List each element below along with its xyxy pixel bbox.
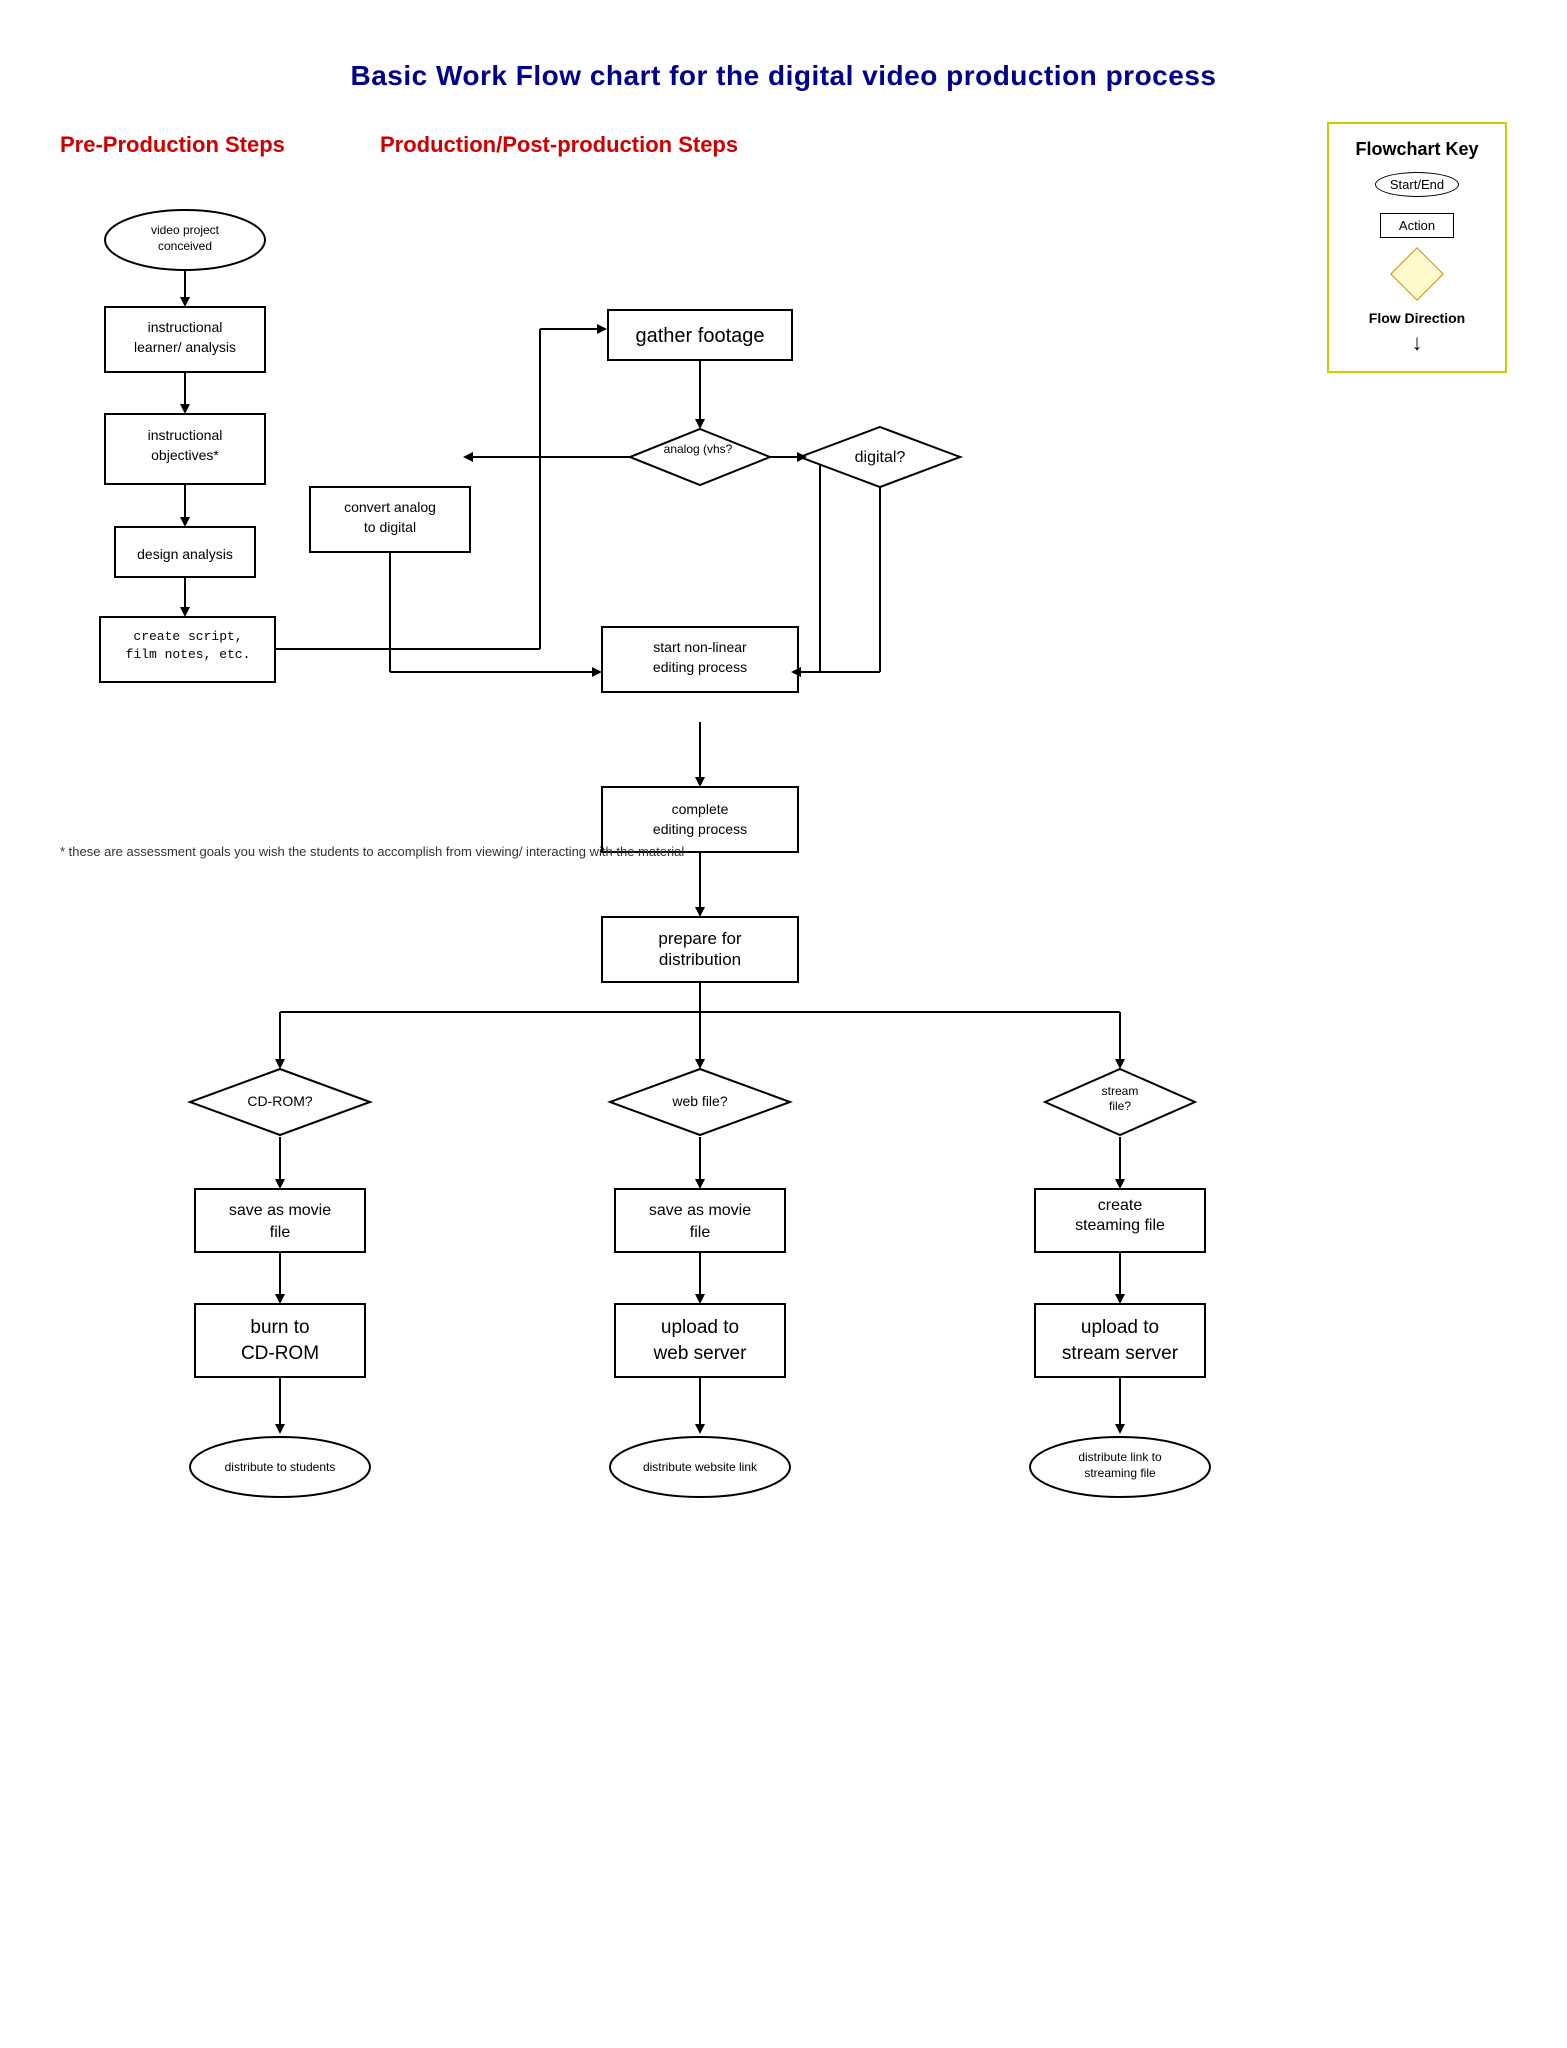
node-distribute-streaming: distribute link to (1078, 1450, 1162, 1464)
node-instructional-learner: instructional (148, 319, 223, 335)
svg-text:analog (vhs?: analog (vhs? (664, 442, 733, 456)
svg-text:streaming file: streaming file (1084, 1466, 1156, 1480)
node-save-movie-web: save as movie (649, 1202, 751, 1219)
node-burn-cdrom: burn to (250, 1317, 309, 1338)
node-upload-web: upload to (661, 1317, 739, 1338)
key-title: Flowchart Key (1349, 139, 1485, 160)
node-start-nonlinear: start non-linear (653, 639, 747, 655)
svg-text:editing process: editing process (653, 659, 747, 675)
svg-text:stream server: stream server (1062, 1343, 1179, 1364)
svg-text:objectives*: objectives* (151, 447, 219, 463)
svg-text:editing process: editing process (653, 821, 747, 837)
svg-text:web file?: web file? (671, 1093, 727, 1109)
node-complete-editing: complete (672, 801, 729, 817)
page-title: Basic Work Flow chart for the digital vi… (0, 0, 1567, 132)
node-upload-stream: upload to (1081, 1317, 1159, 1338)
node-analog-decision (630, 429, 770, 485)
svg-text:distribution: distribution (659, 950, 741, 969)
svg-text:web server: web server (653, 1343, 748, 1364)
svg-text:conceived: conceived (158, 239, 212, 253)
svg-text:file?: file? (1109, 1099, 1131, 1113)
node-prepare-distribution: prepare for (658, 929, 741, 948)
svg-text:stream: stream (1102, 1084, 1139, 1098)
node-gather-footage: gather footage (636, 325, 765, 347)
svg-text:to digital: to digital (364, 519, 416, 535)
node-distribute-students: distribute to students (225, 1460, 336, 1474)
svg-text:learner/ analysis: learner/ analysis (134, 339, 236, 355)
node-distribute-website: distribute website link (643, 1460, 758, 1474)
production-header: Production/Post-production Steps (380, 132, 738, 158)
flowchart-svg: video project conceived instructional le… (40, 162, 1440, 2032)
node-design-analysis: design analysis (137, 546, 233, 562)
node-create-script: create script, (133, 629, 242, 644)
footnote: * these are assessment goals you wish th… (60, 842, 684, 862)
node-save-movie-cdrom: save as movie (229, 1202, 331, 1219)
node-video-project: video project (151, 223, 220, 237)
node-instructional-objectives: instructional (148, 427, 223, 443)
pre-production-header: Pre-Production Steps (60, 132, 285, 158)
svg-text:film notes, etc.: film notes, etc. (126, 647, 251, 662)
svg-text:digital?: digital? (855, 449, 906, 466)
svg-text:CD-ROM: CD-ROM (241, 1343, 319, 1364)
svg-text:file: file (690, 1224, 711, 1241)
node-create-streaming: create (1098, 1197, 1143, 1214)
svg-text:file: file (270, 1224, 291, 1241)
node-convert-analog: convert analog (344, 499, 436, 515)
svg-text:steaming file: steaming file (1075, 1217, 1165, 1234)
svg-text:CD-ROM?: CD-ROM? (247, 1093, 313, 1109)
